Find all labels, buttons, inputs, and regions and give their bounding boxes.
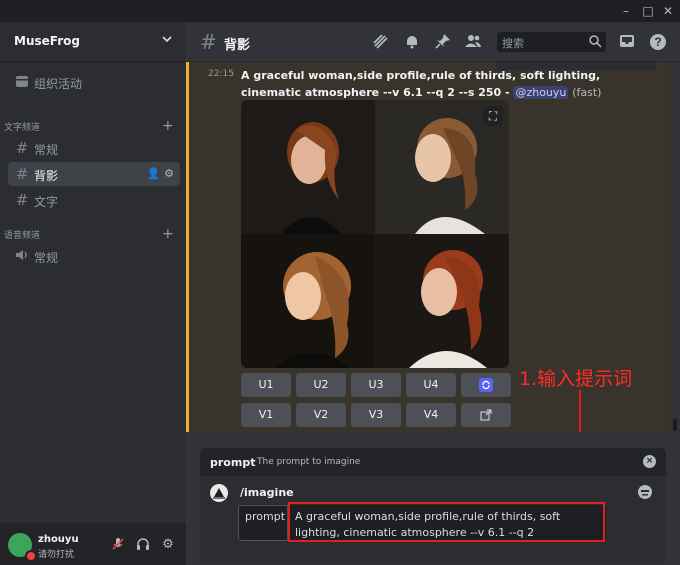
server-header[interactable]: MuseFrog bbox=[0, 22, 186, 62]
page-title: 背影 bbox=[224, 38, 251, 53]
channel-sidebar: MuseFrog 组织活动 文字频道 + # 常规 # 背影 👤 ⚙ # 文字 … bbox=[0, 22, 186, 565]
channel-header: # 背影 搜索 ? bbox=[186, 22, 680, 62]
sidebar-item-label: 常规 bbox=[34, 143, 59, 157]
variation-2-button[interactable]: V2 bbox=[296, 403, 346, 427]
svg-text:?: ? bbox=[654, 35, 661, 49]
inbox-icon[interactable] bbox=[618, 33, 636, 51]
gear-icon[interactable]: ⚙ bbox=[160, 537, 176, 553]
variation-4-button[interactable]: V4 bbox=[406, 403, 456, 427]
scrollbar[interactable] bbox=[671, 62, 679, 432]
category-text-channels[interactable]: 文字频道 bbox=[4, 120, 40, 133]
category-voice-channels[interactable]: 语音频道 bbox=[4, 228, 40, 241]
bot-app-icon bbox=[636, 484, 654, 502]
mention-bar bbox=[186, 62, 189, 432]
annotation-arrow bbox=[579, 390, 581, 432]
variation-1-button[interactable]: V1 bbox=[241, 403, 291, 427]
headphones-icon[interactable] bbox=[135, 537, 151, 553]
user-mention[interactable]: @zhouyu bbox=[513, 86, 569, 99]
upscale-1-button[interactable]: U1 bbox=[241, 373, 291, 397]
search-icon bbox=[589, 35, 602, 48]
minimize-button[interactable]: – bbox=[618, 3, 634, 19]
user-name: zhouyu bbox=[38, 534, 79, 545]
upscale-2-button[interactable]: U2 bbox=[296, 373, 346, 397]
search-placeholder: 搜索 bbox=[502, 37, 524, 50]
upscale-4-button[interactable]: U4 bbox=[406, 373, 456, 397]
sidebar-item-general-text[interactable]: # 常规 bbox=[8, 136, 180, 160]
maximize-button[interactable]: □ bbox=[640, 3, 656, 19]
bot-avatar bbox=[210, 484, 228, 502]
chevron-down-icon bbox=[162, 36, 172, 43]
hash-icon: # bbox=[200, 30, 217, 54]
add-channel-icon[interactable]: + bbox=[162, 119, 174, 133]
bell-icon[interactable] bbox=[403, 33, 421, 51]
help-icon[interactable]: ? bbox=[649, 33, 667, 51]
generated-image-3[interactable] bbox=[241, 234, 375, 368]
sidebar-item-label: 文字 bbox=[34, 195, 59, 209]
sidebar-item-general-voice[interactable]: 常规 bbox=[8, 244, 180, 268]
channel-actions: 👤 ⚙ bbox=[147, 167, 174, 180]
user-panel: zhouyu 请勿打扰 ⚙ bbox=[0, 523, 186, 565]
prompt-option-chip[interactable]: prompt bbox=[238, 505, 288, 541]
avatar[interactable] bbox=[8, 533, 37, 562]
speed-tag: (fast) bbox=[572, 86, 602, 99]
expand-icon[interactable]: ⛶ bbox=[483, 106, 503, 126]
open-link-button[interactable] bbox=[461, 403, 511, 427]
message-list: 22:15 A graceful woman,side profile,rule… bbox=[186, 62, 680, 432]
variation-3-button[interactable]: V3 bbox=[351, 403, 401, 427]
pin-icon[interactable] bbox=[434, 33, 452, 51]
threads-icon[interactable] bbox=[372, 33, 390, 51]
member-list-icon[interactable] bbox=[464, 33, 482, 51]
option-description: The prompt to imagine bbox=[257, 457, 361, 467]
gear-icon[interactable]: ⚙ bbox=[164, 167, 174, 180]
close-window-button[interactable]: ✕ bbox=[660, 3, 676, 19]
option-label: prompt bbox=[245, 510, 286, 523]
sidebar-item-events[interactable]: 组织活动 bbox=[8, 70, 180, 94]
generated-image-4[interactable] bbox=[375, 234, 509, 368]
sidebar-item-label: 常规 bbox=[34, 251, 59, 265]
annotation-highlight-box bbox=[288, 502, 605, 542]
scrollbar-thumb[interactable] bbox=[673, 419, 677, 431]
option-name: prompt bbox=[210, 456, 256, 469]
user-status: 请勿打扰 bbox=[38, 550, 75, 560]
message-timestamp: 22:15 bbox=[208, 69, 234, 79]
autocomplete-header: prompt The prompt to imagine × bbox=[200, 448, 666, 476]
server-name: MuseFrog bbox=[14, 34, 80, 48]
window-titlebar: – □ ✕ bbox=[0, 0, 680, 22]
composer-area: prompt The prompt to imagine × /imagine … bbox=[186, 432, 680, 565]
search-input[interactable]: 搜索 bbox=[497, 32, 606, 52]
image-grid[interactable]: ⛶ bbox=[241, 100, 509, 368]
add-channel-icon[interactable]: + bbox=[162, 227, 174, 241]
close-icon[interactable]: × bbox=[643, 455, 656, 468]
sidebar-item-beiying[interactable]: # 背影 👤 ⚙ bbox=[8, 162, 180, 186]
speaker-icon bbox=[14, 248, 30, 264]
hash-icon: # bbox=[15, 139, 29, 157]
invite-icon[interactable]: 👤 bbox=[147, 167, 161, 180]
hash-icon: # bbox=[15, 191, 29, 209]
message-content: A graceful woman,side profile,rule of th… bbox=[241, 67, 621, 101]
generated-image-1[interactable] bbox=[241, 100, 375, 234]
sidebar-item-label: 组织活动 bbox=[34, 77, 83, 91]
mute-mic-icon[interactable] bbox=[110, 537, 126, 553]
calendar-icon bbox=[14, 74, 30, 90]
upscale-3-button[interactable]: U3 bbox=[351, 373, 401, 397]
command-name: /imagine bbox=[240, 486, 294, 499]
annotation-label: 1.输入提示词 bbox=[519, 368, 633, 390]
sidebar-item-wenzi[interactable]: # 文字 bbox=[8, 188, 180, 212]
external-link-icon bbox=[480, 409, 492, 421]
hash-icon: # bbox=[15, 165, 29, 183]
sidebar-item-label: 背影 bbox=[34, 169, 59, 183]
reroll-button[interactable] bbox=[461, 373, 511, 397]
refresh-icon bbox=[479, 378, 493, 392]
